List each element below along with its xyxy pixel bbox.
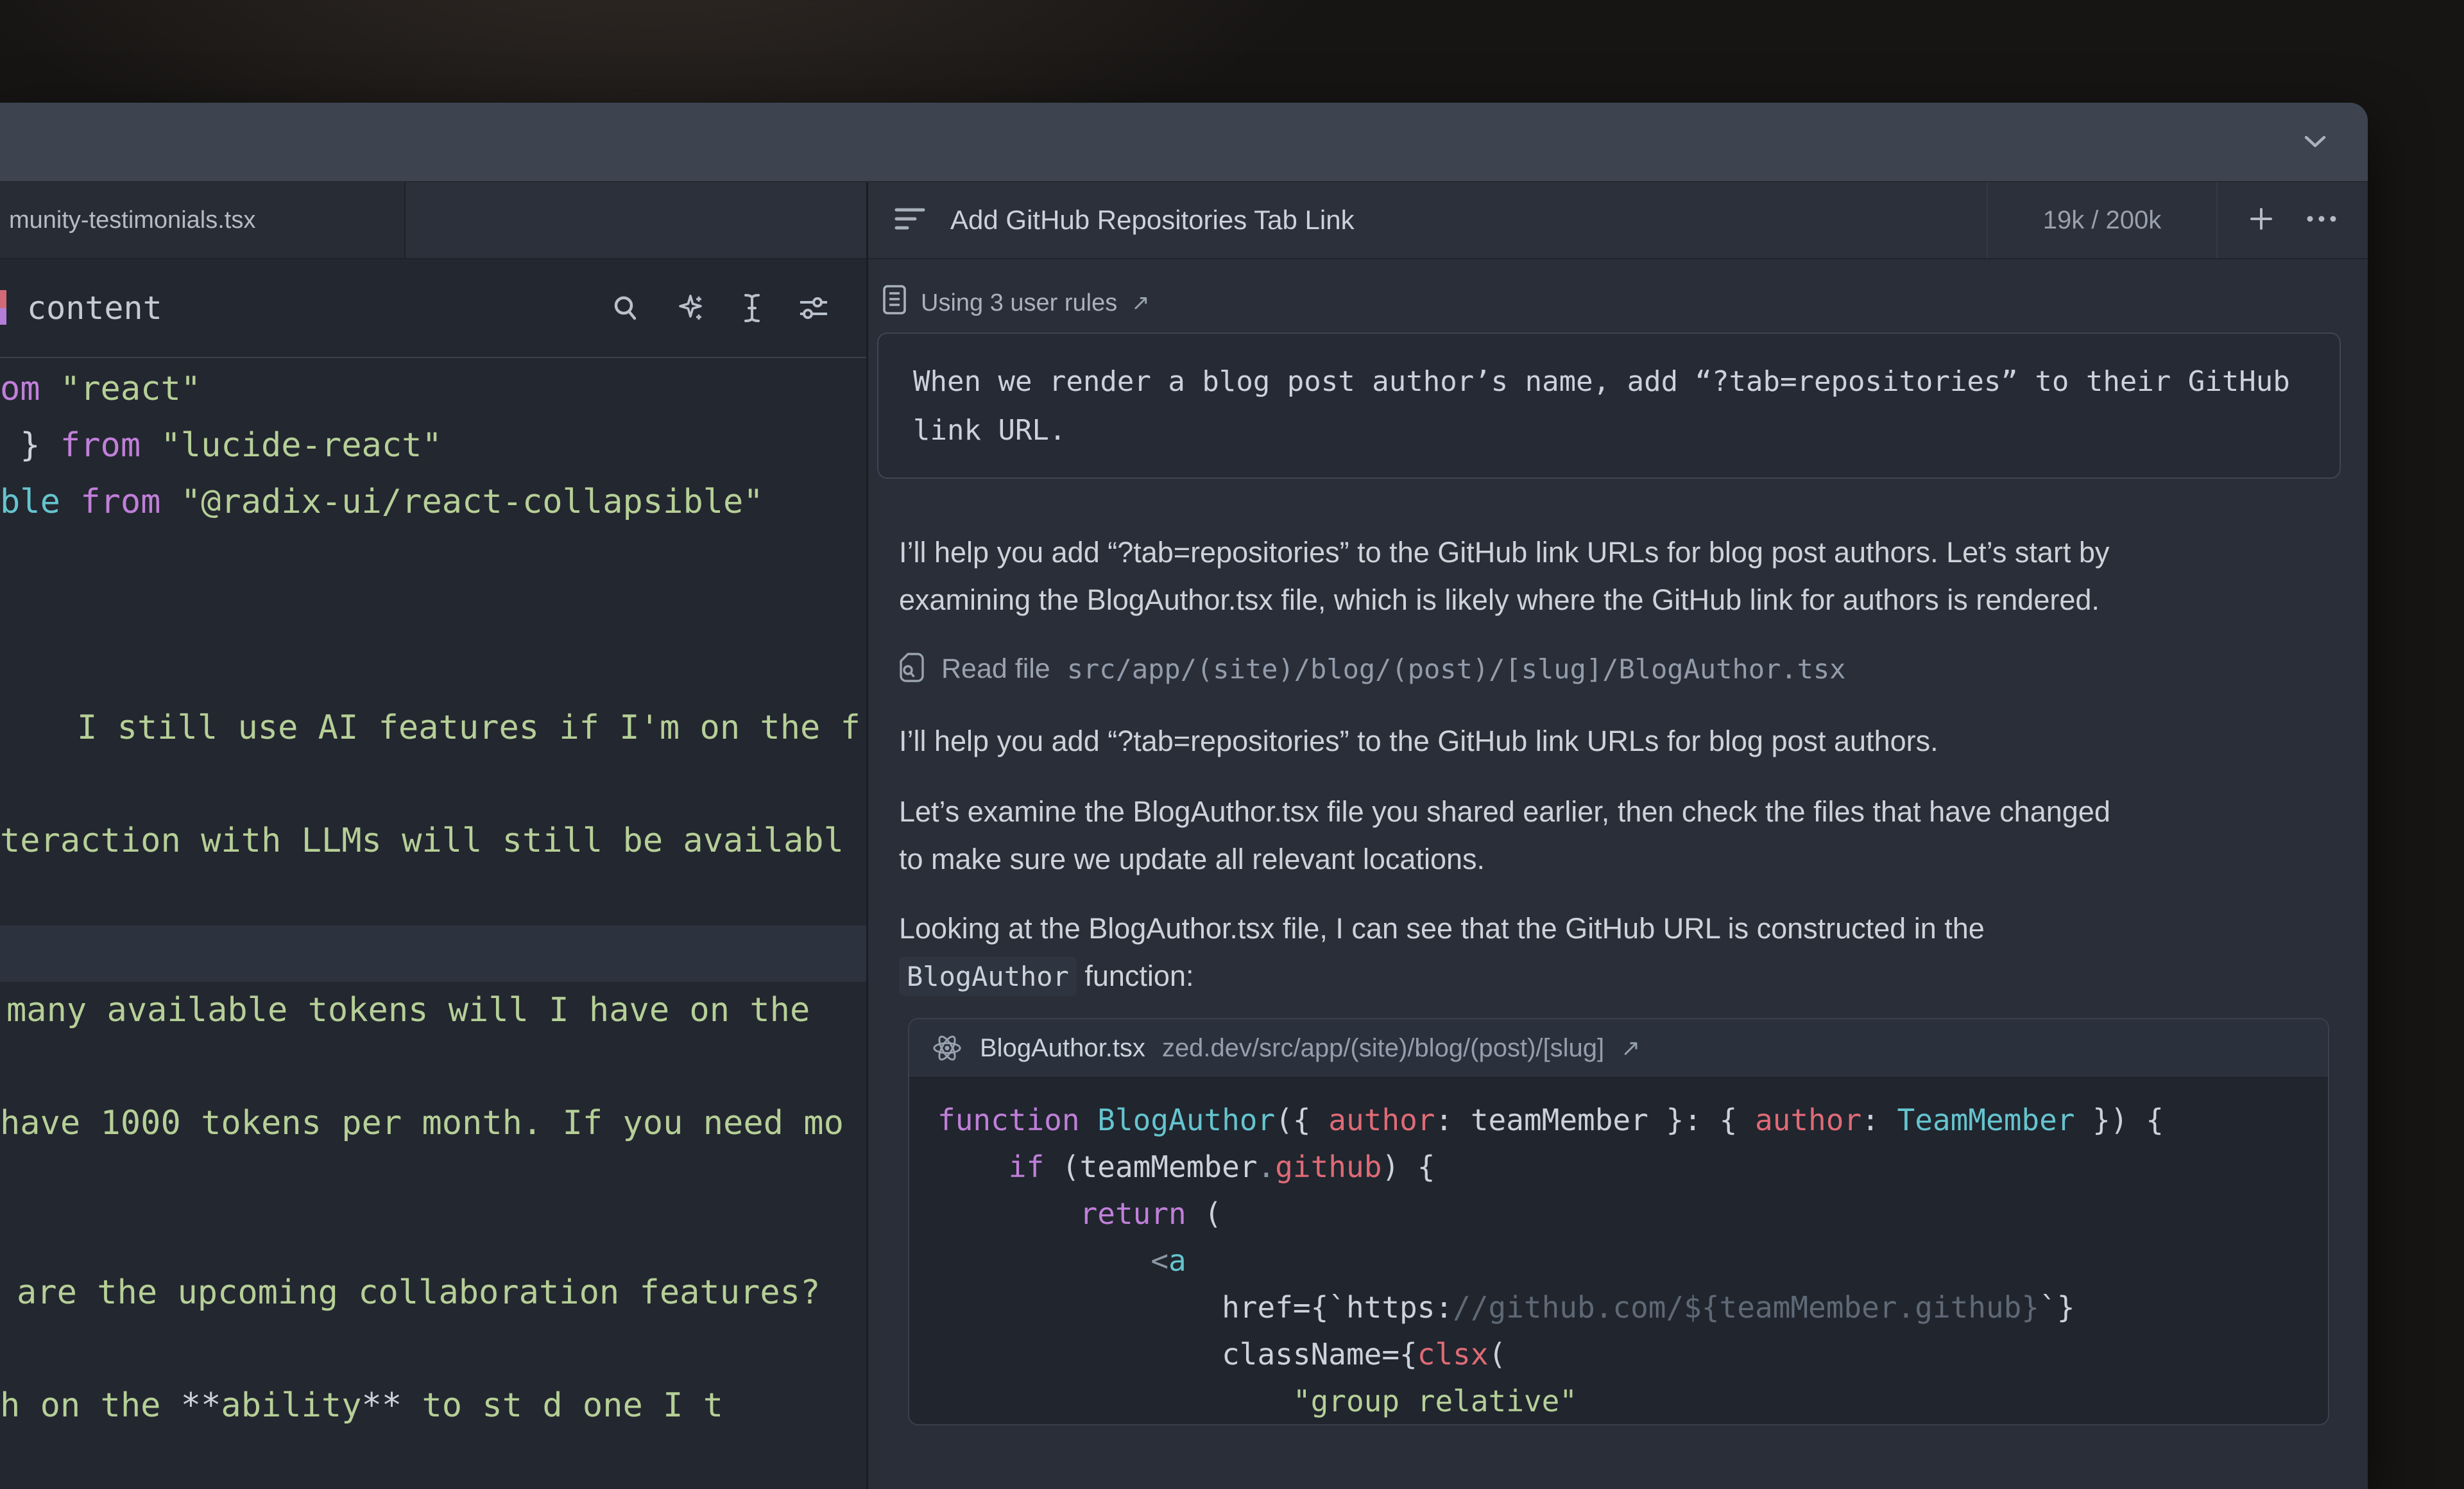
thread-scroll-area[interactable]: Using 3 user rules ↗ When we render a bl… <box>868 259 2368 1489</box>
paragraph-line: I’ll help you add “?tab=repositories” to… <box>899 718 2341 765</box>
editor-line: ble from "@radix-ui/react-collapsible" <box>0 474 866 530</box>
assistant-panel: Add GitHub Repositories Tab Link 19k / 2… <box>868 182 2368 1489</box>
code-line: if (teamMember.github) { <box>937 1143 2302 1190</box>
code-card-body[interactable]: function BlogAuthor({ author: teamMember… <box>909 1078 2328 1424</box>
paragraph-line: I’ll help you add “?tab=repositories” to… <box>899 529 2341 576</box>
editor-line: are the upcoming collaboration features? <box>0 1264 866 1321</box>
buffer-search-bar[interactable]: content <box>0 259 866 358</box>
tool-call-read-file[interactable]: Read file src/app/(site)/blog/(post)/[sl… <box>899 651 2341 687</box>
editor-line <box>0 587 866 643</box>
search-icon[interactable] <box>611 293 640 323</box>
editor-line: teraction with LLMs will still be availa… <box>0 813 866 869</box>
user-message-line: link URL. <box>913 406 2305 454</box>
editor-line <box>0 869 866 925</box>
code-card-filename: BlogAuthor.tsx <box>980 1034 1145 1063</box>
editor-line: } from "lucide-react" <box>0 417 866 474</box>
paragraph-line: Let’s examine the BlogAuthor.tsx file yo… <box>899 788 2341 836</box>
editor-pane: munity-testimonials.tsx content <box>0 182 868 1489</box>
clipped-glyph <box>0 290 6 325</box>
editor-line <box>0 643 866 700</box>
chevron-down-icon[interactable] <box>2304 135 2327 149</box>
titlebar <box>0 103 2368 182</box>
assistant-paragraph: I’ll help you add “?tab=repositories” to… <box>899 529 2341 624</box>
filter-sliders-icon[interactable] <box>798 295 829 322</box>
code-card-header[interactable]: BlogAuthor.tsx zed.dev/src/app/(site)/bl… <box>909 1019 2328 1078</box>
code-line: "group relative" <box>937 1377 2302 1424</box>
tab-bar: munity-testimonials.tsx <box>0 182 866 259</box>
ai-sparkle-icon[interactable] <box>675 293 706 323</box>
user-message[interactable]: When we render a blog post author’s name… <box>877 332 2341 479</box>
assistant-header: Add GitHub Repositories Tab Link 19k / 2… <box>868 182 2368 259</box>
tool-call-path: src/app/(site)/blog/(post)/[slug]/BlogAu… <box>1067 653 1846 685</box>
desktop: { "window": { "editor": { "tab_label": "… <box>0 0 2464 1386</box>
assistant-paragraph: Let’s examine the BlogAuthor.tsx file yo… <box>899 788 2341 883</box>
external-link-arrow-icon: ↗ <box>1131 290 1150 316</box>
editor-line <box>0 925 866 982</box>
editor-line <box>0 756 866 813</box>
code-card-filepath: zed.dev/src/app/(site)/blog/(post)/[slug… <box>1162 1034 1604 1063</box>
paragraph-line: Looking at the BlogAuthor.tsx file, I ca… <box>899 905 2341 952</box>
tool-call-label: Read file <box>941 653 1050 685</box>
paragraph-line: to make sure we update all relevant loca… <box>899 836 2341 883</box>
editor-buffer[interactable]: om "react" } from "lucide-react"ble from… <box>0 358 866 1489</box>
code-card: BlogAuthor.tsx zed.dev/src/app/(site)/bl… <box>908 1018 2329 1425</box>
thread-title: Add GitHub Repositories Tab Link <box>950 205 1355 236</box>
editor-line <box>0 1038 866 1095</box>
code-line: <a <box>937 1237 2302 1284</box>
editor-line: h on the **ability** to st d one I t <box>0 1377 866 1434</box>
more-menu-button[interactable] <box>2305 214 2338 226</box>
tab-label: munity-testimonials.tsx <box>9 207 255 234</box>
tab-community-testimonials[interactable]: munity-testimonials.tsx <box>0 182 406 258</box>
user-rules-link[interactable]: Using 3 user rules ↗ <box>877 288 2341 318</box>
user-message-line: When we render a blog post author’s name… <box>913 357 2305 406</box>
code-line: return ( <box>937 1190 2302 1237</box>
code-line: function BlogAuthor({ author: teamMember… <box>937 1096 2302 1143</box>
main-split: munity-testimonials.tsx content <box>0 182 2368 1489</box>
assistant-paragraph: I’ll help you add “?tab=repositories” to… <box>899 718 2341 765</box>
code-line: href={`https://github.com/${teamMember.g… <box>937 1284 2302 1330</box>
token-usage: 19k / 200k <box>1987 182 2216 258</box>
rules-doc-icon <box>882 284 907 322</box>
thread-list-icon[interactable] <box>894 206 927 235</box>
editor-line: have 1000 tokens per month. If you need … <box>0 1095 866 1151</box>
editor-line: many available tokens will I have on the <box>0 982 866 1038</box>
editor-line: I still use AI features if I'm on the fr… <box>0 700 866 756</box>
file-search-icon <box>899 652 925 686</box>
thread-title-area: Add GitHub Repositories Tab Link <box>868 182 1987 258</box>
text-cursor-icon[interactable] <box>740 293 764 323</box>
editor-line <box>0 1321 866 1377</box>
editor-line <box>0 1151 866 1208</box>
paragraph-line: examining the BlogAuthor.tsx file, which… <box>899 576 2341 624</box>
react-file-icon <box>931 1032 963 1064</box>
search-input[interactable]: content <box>27 289 162 327</box>
rules-label: Using 3 user rules <box>921 289 1117 317</box>
paragraph-line: BlogAuthor function: <box>899 952 2341 1000</box>
app-window: munity-testimonials.tsx content <box>0 103 2368 1489</box>
new-thread-button[interactable] <box>2247 205 2275 236</box>
editor-line <box>0 530 866 587</box>
editor-line: om "react" <box>0 361 866 417</box>
avatar[interactable] <box>2245 121 2287 163</box>
search-toolbar <box>611 293 829 323</box>
header-buttons <box>2216 182 2368 258</box>
external-link-arrow-icon[interactable]: ↗ <box>1621 1035 1640 1062</box>
code-line: className={clsx( <box>937 1330 2302 1377</box>
assistant-paragraph: Looking at the BlogAuthor.tsx file, I ca… <box>899 905 2341 1000</box>
editor-line <box>0 1208 866 1264</box>
